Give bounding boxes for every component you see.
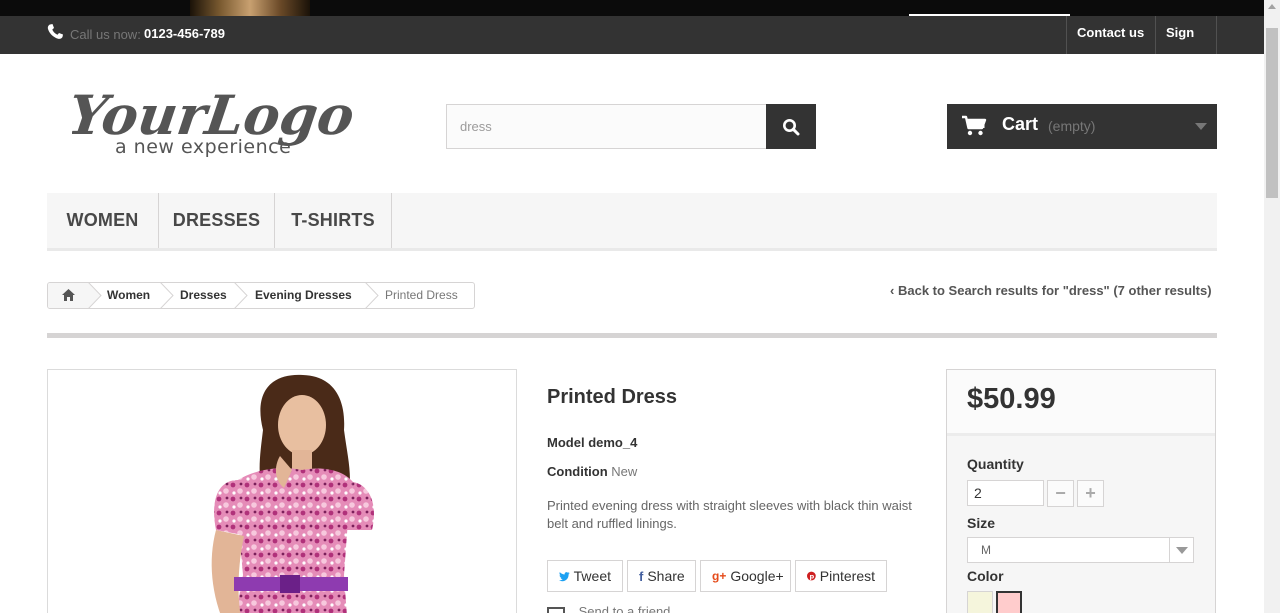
menu-item-dresses[interactable]: DRESSES: [159, 193, 275, 248]
breadcrumb-current: Printed Dress: [385, 288, 458, 302]
twitter-icon: [559, 571, 570, 581]
pinterest-icon: p: [807, 571, 816, 581]
product-model: Model demo_4: [547, 435, 637, 450]
scroll-up-arrow-icon[interactable]: [1268, 4, 1276, 9]
scroll-thumb[interactable]: [1266, 28, 1278, 198]
page-scrollbar[interactable]: [1264, 0, 1280, 613]
tweet-button[interactable]: Tweet: [547, 560, 623, 592]
color-swatch-beige[interactable]: [967, 591, 993, 613]
phone-icon: [47, 24, 63, 39]
tweet-label: Tweet: [573, 568, 611, 584]
product-title: Printed Dress: [547, 386, 678, 408]
color-swatch-pink[interactable]: [996, 591, 1022, 613]
google-plus-icon: g+: [712, 569, 727, 583]
banner-image: [190, 0, 310, 16]
size-label: Size: [967, 515, 996, 531]
product-description: Printed evening dress with straight slee…: [547, 498, 912, 531]
home-icon: [62, 289, 75, 301]
pinterest-label: Pinterest: [819, 568, 875, 584]
buy-box: $50.99 Quantity − + Size M Color: [946, 369, 1216, 613]
breadcrumb-item-dresses[interactable]: Dresses: [180, 283, 227, 308]
search-input[interactable]: [446, 104, 768, 149]
quantity-label: Quantity: [967, 456, 1024, 472]
breadcrumb-item-evening-dresses[interactable]: Evening Dresses: [255, 283, 352, 308]
breadcrumb-separator: [365, 283, 379, 308]
chevron-down-icon: [1195, 123, 1207, 130]
quantity-increase-button[interactable]: +: [1077, 480, 1104, 507]
chevron-down-icon: [1169, 538, 1193, 562]
size-select[interactable]: M: [967, 537, 1194, 563]
logo-image: YourLogo a new experience: [64, 83, 358, 158]
product-photo: [48, 370, 516, 613]
svg-text:a new experience: a new experience: [115, 136, 291, 158]
model-label: Model: [547, 435, 585, 450]
top-banner[interactable]: [0, 0, 1264, 16]
call-us-label: Call us now:: [70, 27, 141, 42]
condition-label: Condition: [547, 464, 608, 479]
model-value: demo_4: [588, 435, 638, 450]
price-area: $50.99: [947, 370, 1215, 436]
cart-button[interactable]: Cart (empty): [947, 104, 1217, 149]
breadcrumb-item-women[interactable]: Women: [107, 283, 150, 308]
contact-us-link[interactable]: Contact us: [1066, 16, 1155, 54]
condition-value: New: [611, 464, 638, 479]
breadcrumb: Women Dresses Evening Dresses Printed Dr…: [47, 282, 475, 309]
search-button[interactable]: [766, 104, 816, 149]
chevron-left-icon: ‹: [890, 283, 895, 298]
back-to-search-label: Back to Search results for "dress" (7 ot…: [897, 283, 1212, 298]
size-value: M: [981, 543, 991, 557]
quantity-decrease-button[interactable]: −: [1047, 480, 1074, 507]
product-price: $50.99: [967, 383, 1056, 415]
search-icon: [783, 118, 800, 135]
product-condition: Condition New: [547, 464, 637, 479]
category-menu: WOMEN DRESSES T-SHIRTS: [47, 193, 1217, 251]
back-to-search-link[interactable]: ‹ Back to Search results for "dress" (7 …: [890, 283, 1212, 298]
section-divider: [47, 333, 1217, 338]
cart-label: Cart: [1002, 114, 1039, 134]
cart-status: (empty): [1048, 118, 1096, 134]
site-logo[interactable]: YourLogo a new experience: [64, 76, 372, 166]
share-label: Share: [647, 568, 685, 584]
phone-number: 0123-456-789: [144, 26, 225, 41]
quantity-input[interactable]: [967, 480, 1044, 506]
google-plus-label: Google+: [730, 568, 784, 584]
google-plus-button[interactable]: g+ Google+: [700, 560, 791, 592]
breadcrumb-separator: [88, 283, 102, 308]
send-to-friend-label: Send to a friend: [578, 604, 671, 613]
breadcrumb-separator: [160, 283, 174, 308]
sign-in-link[interactable]: Sign in: [1155, 16, 1217, 74]
svg-text:p: p: [809, 573, 814, 581]
menu-item-tshirts[interactable]: T-SHIRTS: [275, 193, 392, 248]
pinterest-button[interactable]: p Pinterest: [795, 560, 887, 592]
envelope-icon: [547, 606, 565, 613]
color-label: Color: [967, 568, 1004, 584]
breadcrumb-separator: [234, 283, 248, 308]
product-image[interactable]: [47, 369, 517, 613]
header-nav: Call us now: 0123-456-789 Contact us Sig…: [0, 16, 1264, 74]
facebook-icon: f: [639, 568, 644, 584]
breadcrumb-home[interactable]: [48, 283, 88, 308]
shopping-cart-icon: [962, 115, 987, 136]
send-to-friend-link[interactable]: Send to a friend: [547, 604, 670, 613]
share-button[interactable]: f Share: [627, 560, 696, 592]
menu-item-women[interactable]: WOMEN: [47, 193, 159, 248]
